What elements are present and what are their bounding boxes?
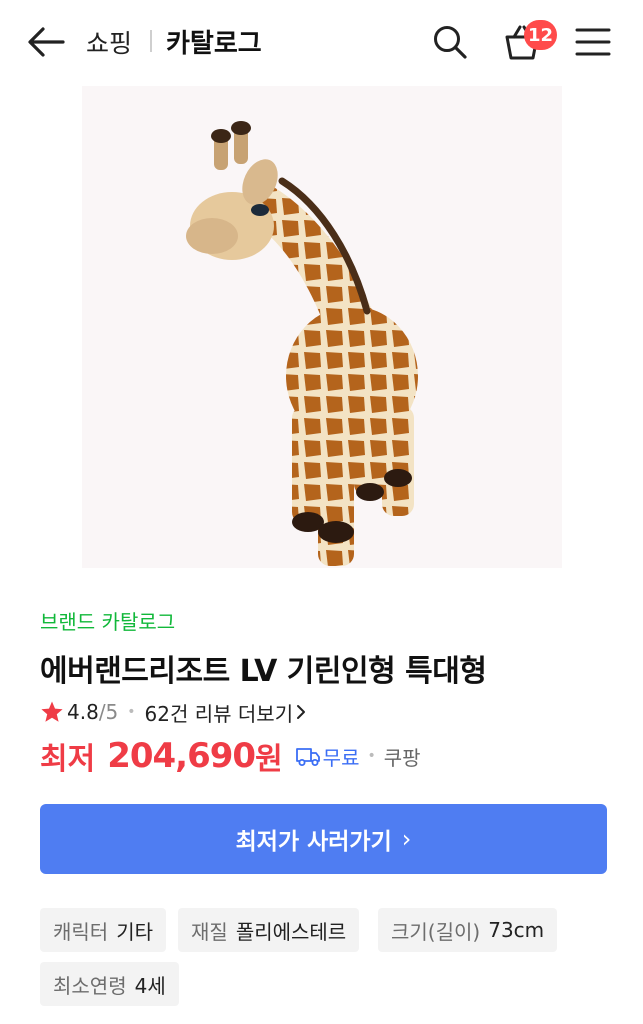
product-title: 에버랜드리조트 LV 기린인형 특대형 xyxy=(40,654,487,689)
search-icon xyxy=(434,26,467,59)
spec-key: 크기(길이) xyxy=(391,919,481,944)
separator-dot: • xyxy=(127,704,136,720)
buy-button-label: 최저가 사러가기 xyxy=(235,829,392,855)
separator-dot: • xyxy=(367,748,376,764)
spec-value: 기타 xyxy=(116,919,154,944)
back-arrow-icon xyxy=(28,27,65,57)
spec-value: 4세 xyxy=(134,973,166,998)
product-image[interactable] xyxy=(82,86,562,568)
menu-button[interactable] xyxy=(570,20,616,64)
spec-key: 재질 xyxy=(191,919,228,944)
review-link[interactable]: 62건 리뷰 더보기 xyxy=(145,698,294,727)
delivery-truck-icon xyxy=(295,748,320,766)
breadcrumb-catalog[interactable]: 카탈로그 xyxy=(166,23,262,60)
buy-lowest-price-button[interactable]: 최저가 사러가기 › xyxy=(40,804,607,874)
brand-catalog-label[interactable]: 브랜드 카탈로그 xyxy=(40,606,175,635)
price-label: 최저 xyxy=(40,742,96,777)
spec-key: 캐릭터 xyxy=(53,919,109,944)
rating-max: /5 xyxy=(98,700,119,724)
chevron-right-icon: › xyxy=(401,825,412,853)
hamburger-menu-icon xyxy=(575,28,611,56)
spec-chip-material: 재질 폴리에스테르 xyxy=(178,908,360,952)
back-button[interactable] xyxy=(24,22,68,62)
spec-value: 폴리에스테르 xyxy=(235,919,347,944)
seller-name[interactable]: 쿠팡 xyxy=(384,742,421,771)
price-row: 최저 204,690 원 무료 • 쿠팡 xyxy=(40,736,421,777)
price-value: 204,690 xyxy=(107,736,256,776)
breadcrumb-shopping[interactable]: 쇼핑 xyxy=(86,24,132,60)
search-button[interactable] xyxy=(428,20,472,64)
top-bar: 쇼핑 카탈로그 12 xyxy=(0,0,643,84)
giraffe-plush-image xyxy=(186,121,418,566)
cart-count-badge: 12 xyxy=(524,20,558,50)
breadcrumb-divider xyxy=(150,30,152,52)
spec-chip-min-age: 최소연령 4세 xyxy=(40,962,179,1006)
chevron-right-icon xyxy=(297,705,306,719)
spec-chip-size: 크기(길이) 73cm xyxy=(378,908,558,952)
spec-value: 73cm xyxy=(488,918,545,942)
star-icon xyxy=(41,701,63,722)
rating-row: 4.8 /5 • 62건 리뷰 더보기 xyxy=(40,698,307,726)
shipping-free-label: 무료 xyxy=(322,745,360,770)
spec-chip-character: 캐릭터 기타 xyxy=(40,908,167,952)
price-unit: 원 xyxy=(255,742,283,777)
rating-value: 4.8 xyxy=(67,700,99,724)
spec-key: 최소연령 xyxy=(53,973,127,998)
